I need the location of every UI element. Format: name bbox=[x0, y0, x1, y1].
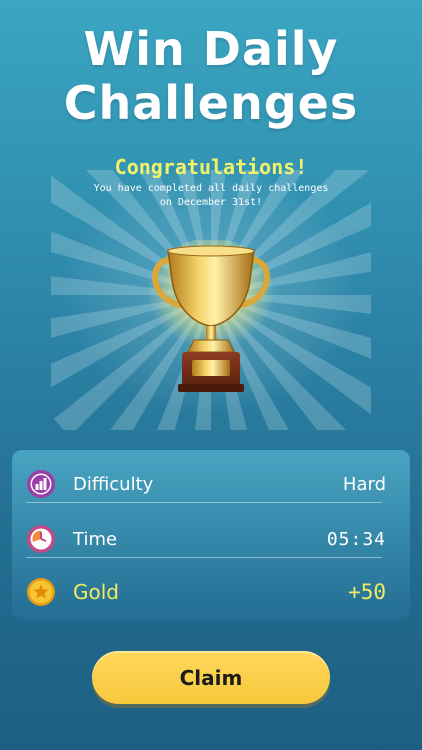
time-value: 05:34 bbox=[326, 528, 386, 550]
title-line-1: Win Daily bbox=[83, 22, 339, 76]
gold-star-coin-icon bbox=[26, 577, 56, 607]
stat-row-gold: Gold +50 bbox=[14, 566, 398, 618]
clock-icon bbox=[26, 524, 56, 554]
claim-button[interactable]: Claim bbox=[92, 651, 330, 704]
completion-message-line-2: on December 31st! bbox=[159, 197, 263, 208]
title-line-2: Challenges bbox=[63, 76, 359, 130]
completion-message: You have completed all daily challenges … bbox=[70, 182, 352, 210]
page-title: Win Daily Challenges bbox=[0, 22, 422, 130]
gold-label: Gold bbox=[73, 580, 119, 604]
row-divider bbox=[26, 502, 382, 503]
completion-message-line-1: You have completed all daily challenges bbox=[93, 183, 329, 194]
time-label: Time bbox=[73, 528, 118, 550]
trophy-icon bbox=[147, 240, 275, 392]
congratulations-heading: Congratulations! bbox=[114, 155, 308, 179]
gold-value: +50 bbox=[348, 580, 386, 604]
difficulty-bars-icon bbox=[26, 469, 56, 499]
row-divider bbox=[26, 557, 382, 558]
difficulty-value: Hard bbox=[342, 473, 386, 495]
difficulty-label: Difficulty bbox=[73, 473, 154, 495]
